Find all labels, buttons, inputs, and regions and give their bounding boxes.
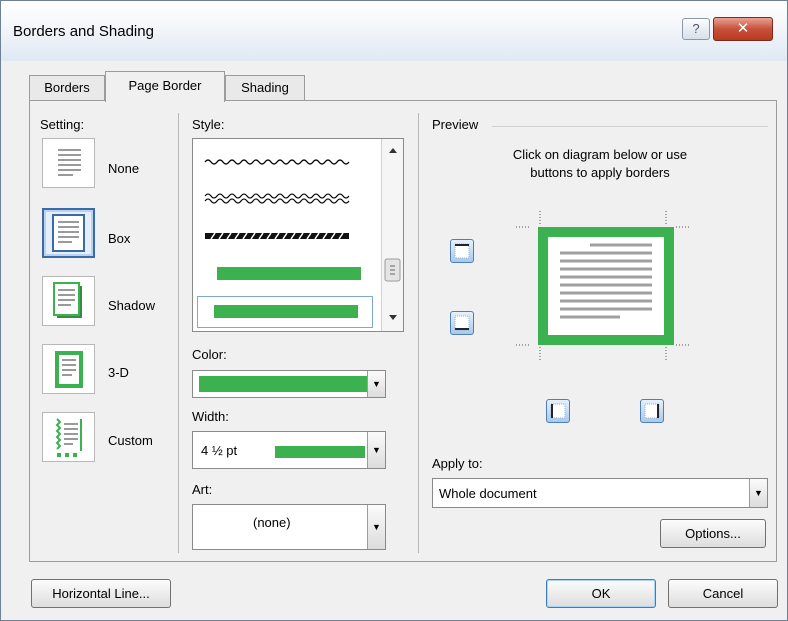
width-sample-line: [275, 446, 365, 458]
chevron-down-icon: ▼: [372, 522, 381, 532]
apply-to-dropdown[interactable]: Whole document ▼: [432, 478, 768, 508]
setting-shadow-icon[interactable]: [42, 276, 95, 326]
setting-none-label: None: [108, 161, 140, 176]
style-header: Style:: [192, 117, 225, 132]
color-dropdown-arrow[interactable]: ▼: [367, 371, 385, 397]
title-bar: Borders and Shading ? ✕: [1, 1, 787, 61]
left-border-button[interactable]: [546, 399, 570, 423]
style-thick-green[interactable]: [201, 263, 369, 285]
setting-box-label: Box: [108, 231, 131, 246]
bottom-border-icon: [454, 315, 470, 331]
tab-borders[interactable]: Borders: [29, 75, 105, 101]
borders-and-shading-dialog: Borders and Shading ? ✕ Borders Page Bor…: [0, 0, 788, 621]
cancel-button[interactable]: Cancel: [668, 579, 778, 608]
width-value: 4 ½ pt: [201, 443, 238, 458]
art-value: (none): [253, 515, 291, 530]
tab-page-border-label: Page Border: [128, 78, 202, 93]
preview-header: Preview: [432, 117, 479, 132]
setting-box-icon[interactable]: [42, 208, 95, 258]
chevron-down-icon: ▼: [372, 379, 381, 389]
page-border-panel: Setting: None Box Shadow 3-D Custom Styl…: [29, 100, 777, 562]
scroll-up-icon: [389, 148, 397, 153]
style-dash-stroked[interactable]: [201, 225, 369, 247]
setting-header: Setting:: [40, 117, 85, 132]
setting-custom-label: Custom: [108, 433, 153, 448]
preview-diagram[interactable]: [516, 211, 690, 361]
style-thick-green-selected[interactable]: [197, 296, 373, 328]
chevron-down-icon: ▼: [754, 488, 763, 498]
width-dropdown[interactable]: 4 ½ pt ▼: [192, 431, 386, 469]
style-double-wavy-line[interactable]: [201, 187, 369, 209]
apply-to-header: Apply to:: [432, 456, 483, 471]
setting-divider: [178, 113, 179, 553]
ok-button[interactable]: OK: [546, 579, 656, 608]
art-dropdown-arrow[interactable]: ▼: [367, 505, 385, 549]
window-title: Borders and Shading: [13, 23, 154, 40]
close-button[interactable]: ✕: [713, 17, 773, 41]
setting-3d-icon[interactable]: [42, 344, 95, 394]
help-button[interactable]: ?: [682, 18, 710, 40]
color-header: Color:: [192, 347, 227, 362]
top-border-icon: [454, 243, 470, 259]
setting-custom-icon[interactable]: [42, 412, 95, 462]
apply-to-value: Whole document: [439, 486, 537, 501]
preview-instruction-line1: Click on diagram below or use: [512, 147, 688, 162]
scroll-down-icon: [389, 315, 397, 320]
preview-divider: [418, 113, 419, 553]
bottom-border-button[interactable]: [450, 311, 474, 335]
setting-3d-label: 3-D: [108, 365, 129, 380]
close-icon: ✕: [736, 20, 750, 37]
art-dropdown[interactable]: (none) ▼: [192, 504, 386, 550]
tab-shading[interactable]: Shading: [225, 75, 305, 101]
left-border-icon: [550, 403, 566, 419]
top-border-button[interactable]: [450, 239, 474, 263]
setting-shadow-label: Shadow: [108, 298, 155, 313]
width-dropdown-arrow[interactable]: ▼: [367, 432, 385, 468]
art-header: Art:: [192, 482, 213, 497]
tab-page-border[interactable]: Page Border: [105, 71, 225, 102]
options-button[interactable]: Options...: [660, 519, 766, 548]
style-scrollbar[interactable]: [381, 139, 403, 331]
preview-instruction-line2: buttons to apply borders: [530, 165, 670, 180]
right-border-icon: [644, 403, 660, 419]
preview-instructions: Click on diagram below or use buttons to…: [432, 146, 768, 182]
chevron-down-icon: ▼: [372, 445, 381, 455]
color-dropdown[interactable]: ▼: [192, 370, 386, 398]
horizontal-line-button[interactable]: Horizontal Line...: [31, 579, 171, 608]
apply-to-dropdown-arrow[interactable]: ▼: [749, 479, 767, 507]
width-header: Width:: [192, 409, 229, 424]
style-wavy-line[interactable]: [201, 151, 369, 173]
setting-none-icon[interactable]: [42, 138, 95, 188]
color-swatch: [199, 376, 367, 392]
tab-shading-label: Shading: [241, 80, 289, 95]
right-border-button[interactable]: [640, 399, 664, 423]
tab-borders-label: Borders: [44, 80, 90, 95]
help-icon: ?: [692, 21, 700, 36]
preview-header-rule: [492, 126, 768, 127]
style-listbox[interactable]: [192, 138, 404, 332]
